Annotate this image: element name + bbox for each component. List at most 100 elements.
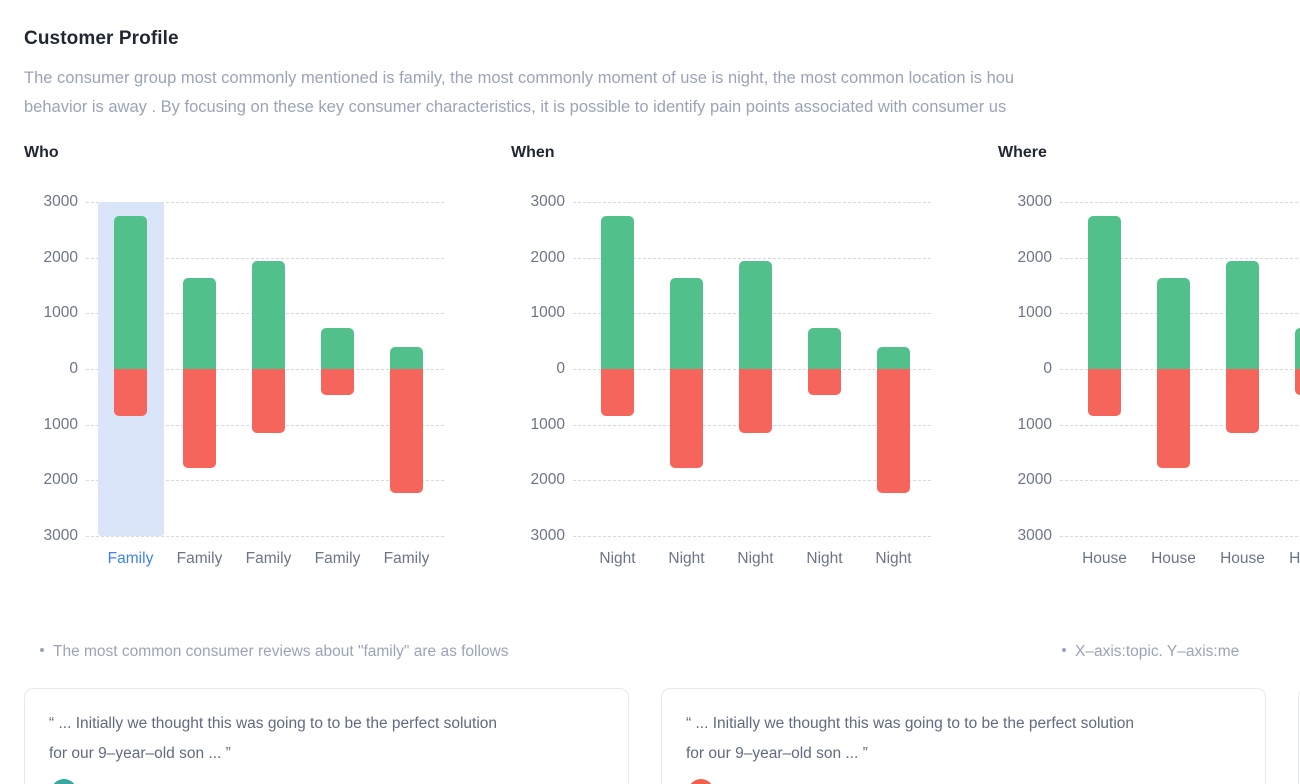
page-description-line-1: The consumer group most commonly mention…	[24, 64, 1276, 93]
x-axis-label[interactable]: House	[1289, 550, 1300, 568]
x-axis-label[interactable]: Night	[668, 550, 704, 568]
quote-line-1: “ ... Initially we thought this was goin…	[686, 709, 1241, 739]
bar-positive[interactable]	[252, 261, 285, 369]
bar-group[interactable]	[114, 188, 147, 543]
bar-positive[interactable]	[601, 216, 634, 369]
bar-group[interactable]	[808, 188, 841, 543]
bar-group[interactable]	[321, 188, 354, 543]
y-axis-tick: 2000	[44, 471, 78, 489]
bar-group[interactable]	[252, 188, 285, 543]
y-axis-tick: 2000	[531, 249, 565, 267]
bar-series-group	[1060, 188, 1300, 543]
bar-positive[interactable]	[877, 347, 910, 369]
x-axis-label[interactable]: House	[1082, 550, 1127, 568]
bar-negative[interactable]	[670, 369, 703, 468]
bar-negative[interactable]	[739, 369, 772, 433]
avatar	[51, 779, 77, 784]
bar-group[interactable]	[1226, 188, 1259, 543]
y-axis-tick: 0	[556, 360, 565, 378]
y-axis-tick: 1000	[1018, 304, 1052, 322]
x-axis-label[interactable]: Family	[108, 550, 154, 568]
bar-group[interactable]	[601, 188, 634, 543]
bar-positive[interactable]	[670, 278, 703, 369]
chart-title: Who	[24, 144, 511, 162]
bar-group[interactable]	[1295, 188, 1300, 543]
y-axis-tick: 1000	[44, 416, 78, 434]
bar-positive[interactable]	[1295, 328, 1300, 369]
x-axis-label[interactable]: Night	[806, 550, 842, 568]
page-header: Customer Profile The consumer group most…	[0, 0, 1300, 122]
chart-where: Where3000200010000100020003000HouseHouse…	[998, 144, 1300, 543]
plot-area: 3000200010000100020003000FamilyFamilyFam…	[24, 188, 444, 543]
y-axis-tick: 3000	[531, 193, 565, 211]
bar-group[interactable]	[670, 188, 703, 543]
bar-group[interactable]	[877, 188, 910, 543]
quote-card[interactable]: “ ... Initially we thought this was goin…	[24, 688, 629, 784]
bar-negative[interactable]	[252, 369, 285, 433]
y-axis-tick: 1000	[44, 304, 78, 322]
bar-group[interactable]	[739, 188, 772, 543]
chart-when: When3000200010000100020003000NightNightN…	[511, 144, 998, 543]
bar-negative[interactable]	[1157, 369, 1190, 468]
grid-area	[86, 188, 444, 543]
x-axis-label[interactable]: Family	[384, 550, 430, 568]
x-axis-label[interactable]: Family	[177, 550, 223, 568]
quote-card[interactable]: “ ... Initially we thought this was goin…	[661, 688, 1266, 784]
y-axis: 3000200010000100020003000	[998, 188, 1052, 543]
customer-profile-page: Customer Profile The consumer group most…	[0, 0, 1300, 784]
y-axis: 3000200010000100020003000	[24, 188, 78, 543]
y-axis-tick: 1000	[531, 304, 565, 322]
x-axis-label[interactable]: House	[1151, 550, 1196, 568]
plot-area: 3000200010000100020003000NightNightNight…	[511, 188, 931, 543]
bullet-icon	[1062, 648, 1066, 652]
bar-group[interactable]	[183, 188, 216, 543]
bar-group[interactable]	[1157, 188, 1190, 543]
bar-negative[interactable]	[183, 369, 216, 468]
x-axis: Family Family Family Family Family	[86, 550, 444, 574]
x-axis-label[interactable]: House	[1220, 550, 1265, 568]
footnote-axes: X–axis:topic. Y–axis:me	[1062, 643, 1239, 661]
page-description-line-2: behavior is away . By focusing on these …	[24, 93, 1276, 122]
y-axis-tick: 2000	[44, 249, 78, 267]
quote-line-2: for our 9–year–old son ... ”	[49, 739, 604, 769]
bar-positive[interactable]	[1226, 261, 1259, 369]
x-axis-label[interactable]: Family	[246, 550, 292, 568]
bullet-icon	[40, 648, 44, 652]
y-axis-tick: 2000	[1018, 471, 1052, 489]
x-axis-label[interactable]: Night	[875, 550, 911, 568]
x-axis: Night Night Night Night Night	[573, 550, 931, 574]
bar-positive[interactable]	[183, 278, 216, 369]
y-axis-tick: 3000	[531, 527, 565, 545]
charts-row: Who3000200010000100020003000FamilyFamily…	[0, 144, 1300, 543]
bar-positive[interactable]	[114, 216, 147, 369]
page-title: Customer Profile	[24, 28, 1276, 50]
bar-negative[interactable]	[601, 369, 634, 416]
bar-group[interactable]	[390, 188, 423, 543]
bar-negative[interactable]	[808, 369, 841, 395]
footnote-reviews: The most common consumer reviews about "…	[40, 643, 509, 661]
bar-positive[interactable]	[321, 328, 354, 369]
bar-positive[interactable]	[390, 347, 423, 369]
bar-positive[interactable]	[808, 328, 841, 369]
bar-negative[interactable]	[1226, 369, 1259, 433]
bar-negative[interactable]	[114, 369, 147, 416]
avatar	[688, 779, 714, 784]
bar-positive[interactable]	[1088, 216, 1121, 369]
x-axis-label[interactable]: Night	[737, 550, 773, 568]
footnote-axes-text: X–axis:topic. Y–axis:me	[1075, 643, 1239, 660]
bar-negative[interactable]	[390, 369, 423, 493]
quote-cards-row: “ ... Initially we thought this was goin…	[24, 688, 1300, 784]
bar-positive[interactable]	[1157, 278, 1190, 369]
bar-negative[interactable]	[321, 369, 354, 395]
grid-area	[573, 188, 931, 543]
x-axis-label[interactable]: Family	[315, 550, 361, 568]
x-axis-label[interactable]: Night	[599, 550, 635, 568]
bar-negative[interactable]	[877, 369, 910, 493]
bar-positive[interactable]	[739, 261, 772, 369]
y-axis-tick: 0	[1043, 360, 1052, 378]
bar-group[interactable]	[1088, 188, 1121, 543]
bar-negative[interactable]	[1295, 369, 1300, 395]
y-axis-tick: 3000	[1018, 527, 1052, 545]
bar-negative[interactable]	[1088, 369, 1121, 416]
y-axis-tick: 1000	[1018, 416, 1052, 434]
